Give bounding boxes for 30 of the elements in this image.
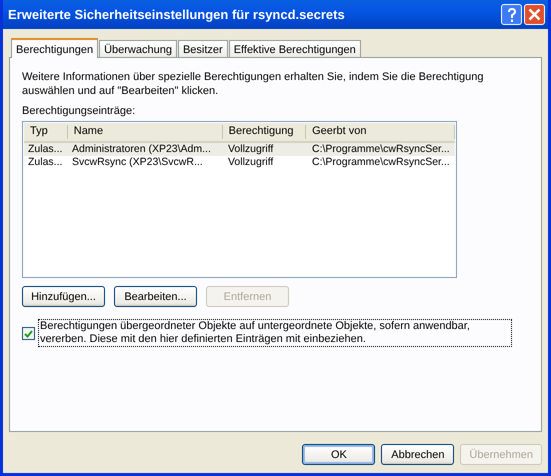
dialog-button[interactable]: OK (302, 444, 376, 465)
column-header[interactable]: Geerbt von (306, 125, 455, 139)
action-button[interactable]: Bearbeiten... (114, 286, 197, 307)
list-row[interactable]: Zulas... Administratoren (XP23\Adm... Vollzugriff C:\Programme\cwRsyncSer... (24, 143, 455, 156)
help-button[interactable] (501, 4, 522, 25)
column-header[interactable]: Typ (24, 125, 68, 139)
checkbox-label[interactable]: Berechtigungen übergeordneter Objekte auf untergeordnete Objekte, sofern anwendbar, vererben. Diese mit den hier definierten Einträgen mit einbeziehen. (38, 319, 512, 347)
description-text: Weitere Informationen über spezielle Berechtigungen erhalten Sie, indem Sie die Berechtigung auswählen und auf "Bearbeiten" klicken. (22, 70, 484, 98)
action-button[interactable]: Hinzufügen... (22, 286, 105, 307)
list-label: Berechtigungseinträge: (22, 104, 136, 118)
dialog-button[interactable]: Abbrechen (381, 444, 454, 465)
list-cell-text: Zulas... (27, 143, 64, 156)
list-cell-text: C:\Programme\cwRsyncSer... (311, 156, 451, 169)
list-cell-text: Zulas... (27, 156, 64, 169)
list-cell-text: Vollzugriff (227, 143, 274, 156)
tab[interactable]: Überwachung (99, 40, 177, 57)
tab[interactable]: Effektive Berechtigungen (228, 40, 361, 57)
column-header[interactable]: Berechtigung (222, 125, 306, 139)
close-button[interactable] (524, 4, 545, 25)
list-row[interactable]: Zulas... SvcwRsync (XP23\SvcwR... Vollzugriff C:\Programme\cwRsyncSer... (24, 156, 455, 169)
tab[interactable]: Besitzer (178, 40, 228, 57)
close-icon (528, 8, 541, 21)
checkbox[interactable] (22, 327, 35, 340)
list-cell-text: SvcwRsync (XP23\SvcwR... (71, 156, 204, 169)
list-cell-text: Administratoren (XP23\Adm... (71, 143, 212, 156)
list-cell-text: C:\Programme\cwRsyncSer... (311, 143, 451, 156)
tab[interactable]: Berechtigungen (11, 38, 98, 58)
column-header[interactable]: Name (68, 125, 223, 139)
window-title: Erweiterte Sicherheitseinstellungen für rsyncd.secrets (8, 7, 346, 22)
list-cell-text: Vollzugriff (227, 156, 274, 169)
